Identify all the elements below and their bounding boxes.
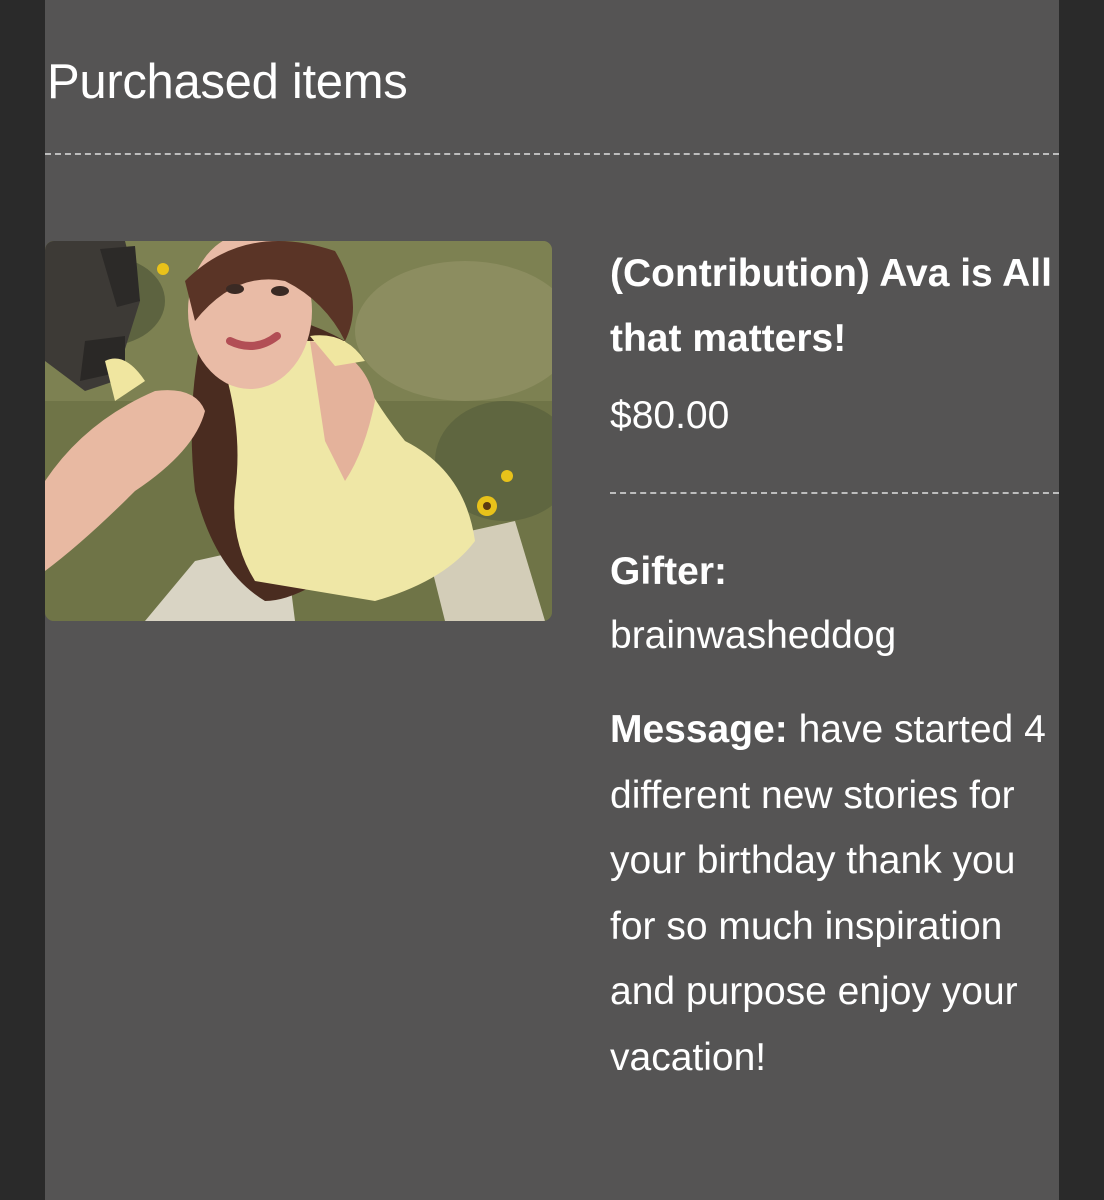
details-divider — [610, 492, 1059, 494]
message-text: have started 4 different new stories for… — [610, 708, 1046, 1079]
item-price: $80.00 — [610, 394, 730, 437]
purchased-items-panel: Purchased items (Contribution) Ava is Al… — [45, 0, 1059, 1200]
section-divider — [45, 153, 1059, 155]
gifter-name: brainwasheddog — [610, 614, 897, 657]
gift-message: Message: have started 4 different new st… — [610, 697, 1059, 1090]
item-photo[interactable] — [45, 241, 552, 621]
item-title[interactable]: (Contribution) Ava is All that matters! — [610, 241, 1059, 371]
gifter-label: Gifter: — [610, 550, 727, 593]
message-label: Message: — [610, 708, 788, 751]
section-heading: Purchased items — [47, 55, 408, 109]
item-photo-drawing — [45, 241, 552, 621]
page: Purchased items (Contribution) Ava is Al… — [0, 0, 1104, 1200]
